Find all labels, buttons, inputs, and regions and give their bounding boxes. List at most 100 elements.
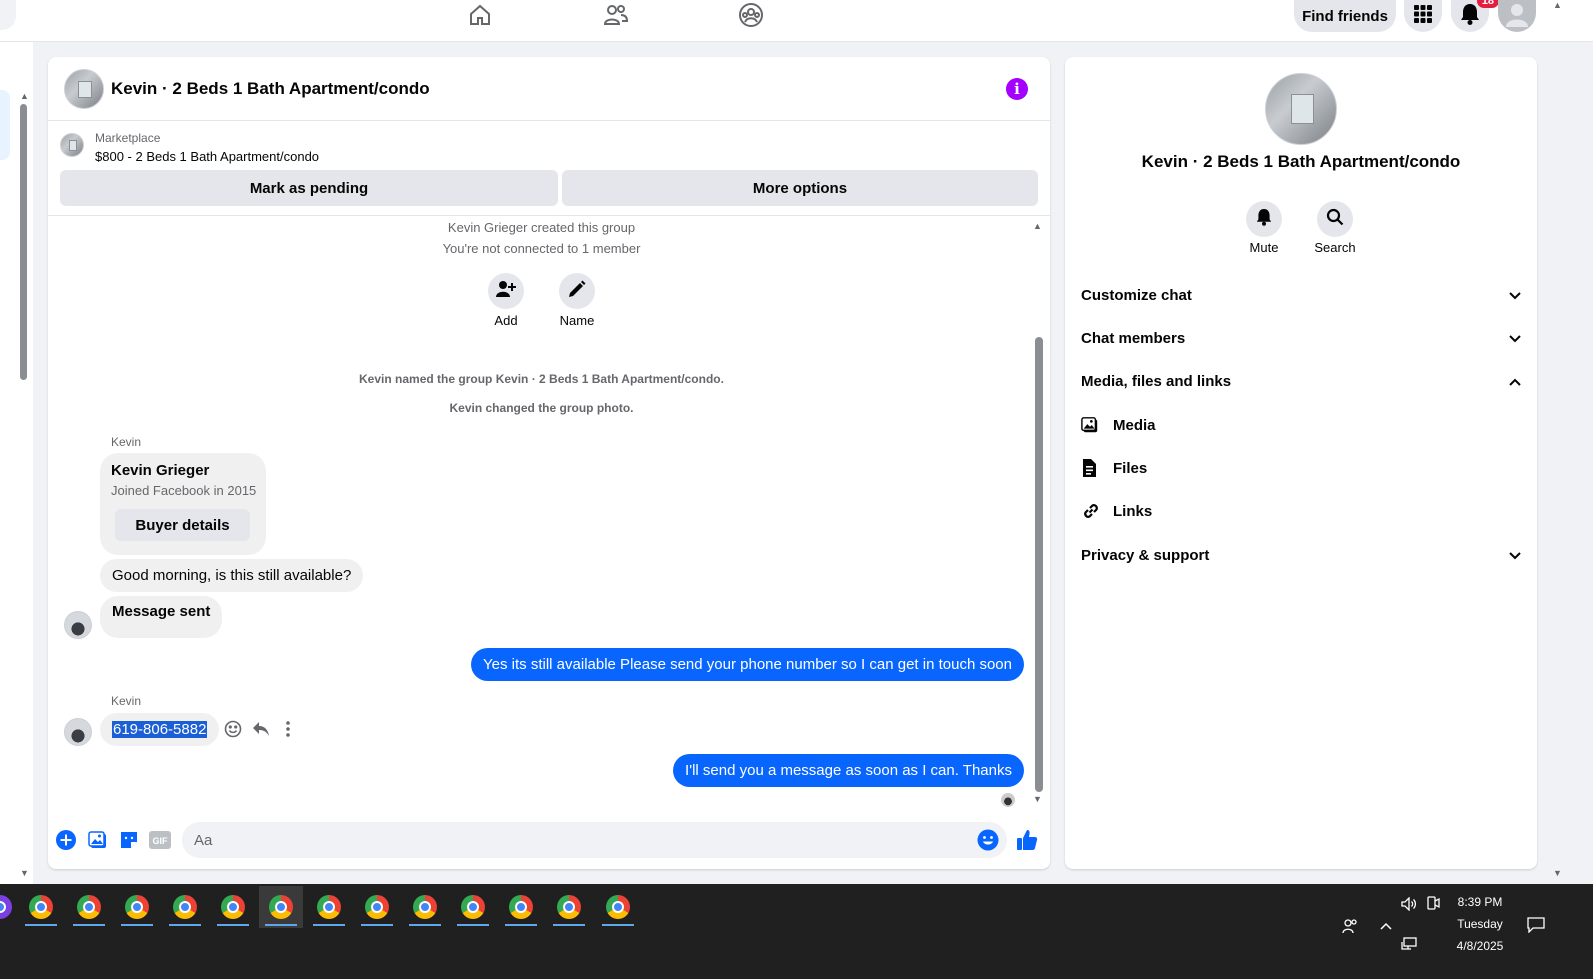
chat-title[interactable]: Kevin · 2 Beds 1 Bath Apartment/condo <box>111 79 430 99</box>
sender-avatar[interactable] <box>64 611 92 639</box>
left-scroll-up-arrow[interactable]: ▲ <box>20 91 29 101</box>
friends-icon[interactable] <box>596 0 636 30</box>
name-group-button[interactable] <box>559 273 595 309</box>
group-avatar[interactable] <box>64 69 104 109</box>
buyer-profile-card: Kevin Grieger Joined Facebook in 2015 Bu… <box>100 453 266 555</box>
people-icon[interactable] <box>1340 916 1360 936</box>
system-named: Kevin named the group Kevin · 2 Beds 1 B… <box>359 372 724 386</box>
windows-taskbar: 8:39 PM Tuesday 4/8/2025 <box>0 884 1593 979</box>
taskbar-chrome-window[interactable] <box>211 886 255 928</box>
customize-chat-section[interactable]: Customize chat <box>1081 283 1521 307</box>
listing-title[interactable]: $800 - 2 Beds 1 Bath Apartment/condo <box>95 149 319 164</box>
marketplace-label: Marketplace <box>95 131 161 145</box>
selected-phone-text[interactable]: 619-806-5882 <box>112 721 208 738</box>
taskbar-chrome-window[interactable] <box>499 886 543 928</box>
chevron-down-icon <box>1509 287 1521 304</box>
media-item[interactable]: Media <box>1081 413 1156 437</box>
volume-icon[interactable] <box>1399 894 1419 914</box>
group-photo[interactable] <box>1265 73 1337 145</box>
clock-date[interactable]: 4/8/2025 <box>1445 939 1515 953</box>
privacy-support-section[interactable]: Privacy & support <box>1081 543 1521 567</box>
mark-as-pending-button[interactable]: Mark as pending <box>60 170 558 206</box>
message-incoming[interactable]: Good morning, is this still available? <box>100 559 364 592</box>
header-divider <box>48 215 1050 216</box>
mute-button[interactable] <box>1246 201 1282 237</box>
home-icon[interactable] <box>460 0 500 30</box>
taskbar-chrome-window[interactable] <box>19 886 63 928</box>
chat-scroll-down-arrow[interactable]: ▼ <box>1033 794 1042 804</box>
menu-button[interactable] <box>1404 0 1442 32</box>
message-incoming[interactable]: Message sent <box>100 596 223 638</box>
links-item[interactable]: Links <box>1081 499 1152 523</box>
taskbar-chrome-window-active[interactable] <box>259 886 303 928</box>
chevron-up-icon[interactable] <box>1376 916 1396 936</box>
links-label: Links <box>1113 502 1153 520</box>
meet-icon[interactable] <box>1423 894 1443 914</box>
action-center-icon[interactable] <box>1524 914 1548 936</box>
add-member-button[interactable] <box>488 273 524 309</box>
left-scrollbar[interactable] <box>20 104 27 380</box>
chat-members-label: Chat members <box>1081 329 1186 347</box>
profile-icon <box>1504 1 1530 32</box>
taskbar-chrome-window[interactable] <box>163 886 207 928</box>
sender-avatar[interactable] <box>64 718 92 746</box>
find-friends-button[interactable]: Find friends <box>1294 0 1396 32</box>
media-icon <box>1081 416 1113 434</box>
chat-scrollbar[interactable] <box>1035 337 1043 792</box>
taskbar-chrome-window[interactable] <box>67 886 111 928</box>
taskbar-chrome-window[interactable] <box>307 886 351 928</box>
left-scroll-down-arrow[interactable]: ▼ <box>20 868 29 878</box>
thumbs-up-icon[interactable] <box>1016 829 1038 851</box>
notification-badge: 18 <box>1476 0 1499 8</box>
file-icon <box>1081 459 1113 477</box>
grid-menu-icon <box>1413 4 1433 29</box>
chat-members-section[interactable]: Chat members <box>1081 326 1521 350</box>
message-outgoing[interactable]: Yes its still available Please send your… <box>471 648 1024 681</box>
message-input[interactable] <box>194 822 954 858</box>
taskbar-chrome-window[interactable] <box>547 886 591 928</box>
sender-name: Kevin <box>111 694 142 708</box>
pencil-icon <box>568 280 586 303</box>
chevron-down-icon <box>1509 330 1521 347</box>
page-scroll-up-arrow[interactable]: ▲ <box>1553 0 1562 10</box>
message-incoming-phone[interactable]: 619-806-5882 <box>100 713 220 746</box>
top-navigation-bar: Find friends 18 <box>0 0 1593 42</box>
customize-chat-label: Customize chat <box>1081 286 1192 304</box>
add-person-icon <box>496 280 516 303</box>
link-icon <box>1081 501 1113 521</box>
more-actions-icon[interactable] <box>278 719 298 739</box>
buyer-details-button[interactable]: Buyer details <box>115 509 250 541</box>
taskbar-chrome-window[interactable] <box>451 886 495 928</box>
sender-name: Kevin <box>111 435 142 449</box>
account-avatar[interactable] <box>1498 0 1536 32</box>
system-not-connected: You're not connected to 1 member <box>442 241 641 256</box>
message-outgoing[interactable]: I'll send you a message as soon as I can… <box>673 754 1024 787</box>
plus-icon[interactable] <box>55 829 77 851</box>
taskbar-chrome-window[interactable] <box>403 886 447 928</box>
message-composer[interactable] <box>182 822 1007 858</box>
emoji-icon[interactable] <box>977 829 999 851</box>
info-icon[interactable]: i <box>1006 78 1028 100</box>
files-item[interactable]: Files <box>1081 456 1147 480</box>
react-icon[interactable] <box>223 719 243 739</box>
listing-thumbnail[interactable] <box>60 133 84 157</box>
clock-time[interactable]: 8:39 PM <box>1445 895 1515 909</box>
reply-icon[interactable] <box>251 719 271 739</box>
chat-scroll-up-arrow[interactable]: ▲ <box>1033 221 1042 231</box>
media-files-links-section[interactable]: Media, files and links <box>1081 369 1521 393</box>
info-title: Kevin · 2 Beds 1 Bath Apartment/condo <box>1141 152 1461 171</box>
groups-icon[interactable] <box>731 0 771 30</box>
taskbar-chrome-window[interactable] <box>115 886 159 928</box>
network-icon[interactable] <box>1399 934 1419 954</box>
more-options-button[interactable]: More options <box>562 170 1038 206</box>
notifications-button[interactable]: 18 <box>1451 0 1499 32</box>
sticker-icon[interactable] <box>118 829 140 851</box>
taskbar-chrome-window[interactable] <box>596 886 640 928</box>
bell-icon <box>1256 208 1272 231</box>
taskbar-chrome-window[interactable] <box>355 886 399 928</box>
clock-day[interactable]: Tuesday <box>1445 917 1515 931</box>
gif-icon[interactable]: GIF <box>149 829 171 851</box>
photo-icon[interactable] <box>87 829 109 851</box>
page-scroll-down-arrow[interactable]: ▼ <box>1553 868 1562 878</box>
search-button[interactable] <box>1317 201 1353 237</box>
